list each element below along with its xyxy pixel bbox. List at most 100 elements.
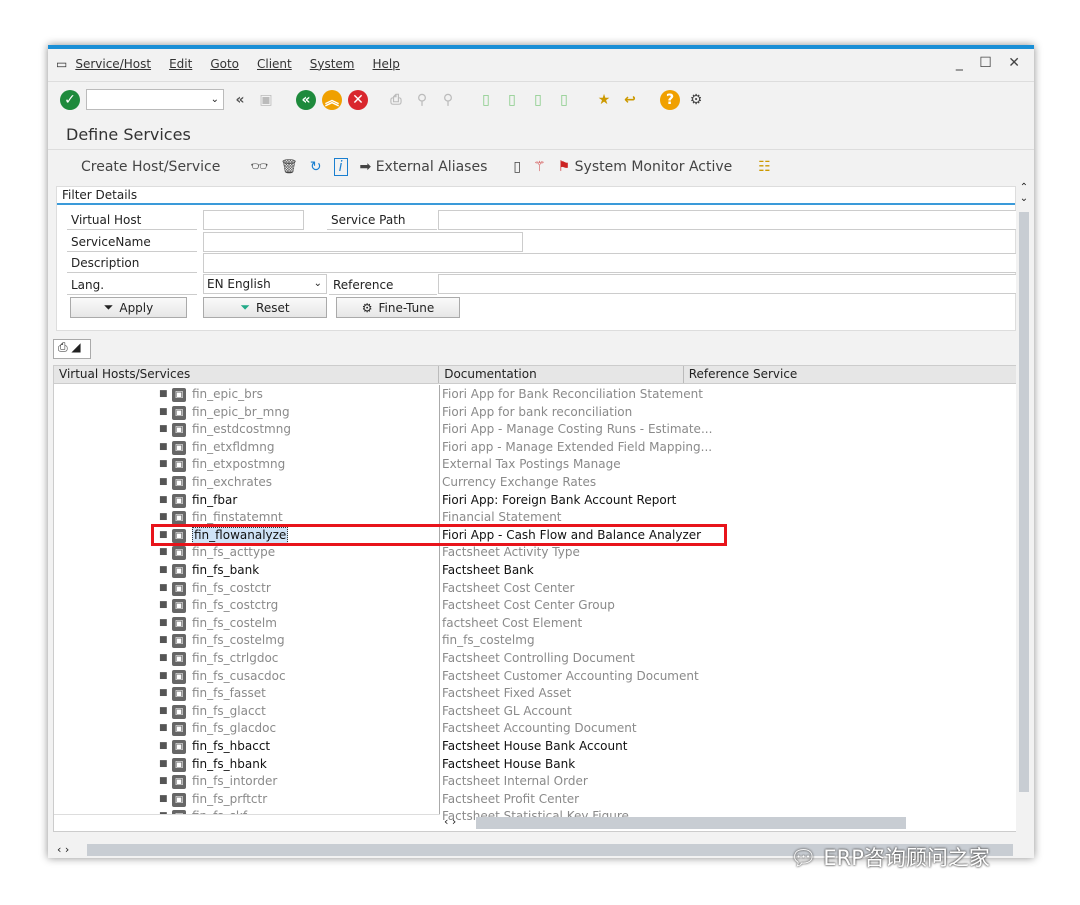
service-name[interactable]: fin_fs_costelm xyxy=(192,615,277,632)
table-row[interactable]: ■ ▣ fin_fs_cusacdoc Factsheet Customer Acco… xyxy=(54,668,1016,686)
refresh-icon[interactable]: ↻ xyxy=(310,159,322,175)
menu-goto[interactable]: Goto xyxy=(210,57,239,71)
service-name[interactable]: fin_fs_acttype xyxy=(192,544,275,561)
horizontal-scrollbar-docs[interactable]: ‹ › xyxy=(440,815,1016,831)
service-name[interactable]: fin_fs_glacdoc xyxy=(192,720,276,737)
table-row[interactable]: ■ ▣ fin_fs_bank Factsheet Bank xyxy=(54,562,1016,580)
table-row[interactable]: ■ ▣ fin_fs_glacdoc Factsheet Accounting Doc… xyxy=(54,720,1016,738)
reference-input[interactable] xyxy=(438,274,1018,294)
shortcut-icon[interactable]: ↩ xyxy=(620,90,640,110)
external-aliases-button[interactable]: ➡ External Aliases xyxy=(360,159,488,175)
service-name[interactable]: fin_fs_ctrlgdoc xyxy=(192,650,278,667)
glasses-display-icon[interactable]: 👓︎ xyxy=(250,159,268,175)
service-name[interactable]: fin_fs_cusacdoc xyxy=(192,668,286,685)
table-row[interactable]: ■ ▣ fin_epic_brs Fiori App for Bank Reconci… xyxy=(54,386,1016,404)
table-row[interactable]: ■ ▣ fin_etxfldmng Fiori app - Manage Extend… xyxy=(54,439,1016,457)
service-name[interactable]: fin_fs_intorder xyxy=(192,773,277,790)
back-double-chevron-icon[interactable]: « xyxy=(230,90,250,110)
find-next-icon[interactable]: ⚲ xyxy=(438,90,458,110)
service-documentation: Factsheet Controlling Document xyxy=(442,651,635,665)
service-name[interactable]: fin_fbar xyxy=(192,492,237,509)
book-icon[interactable]: ▯ xyxy=(513,159,521,175)
window-controls[interactable]: _ ☐ ✕ xyxy=(956,55,1026,71)
table-row[interactable]: ■ ▣ fin_fs_costctrg Factsheet Cost Center G… xyxy=(54,597,1016,615)
service-name[interactable]: fin_fs_glacct xyxy=(192,703,266,720)
vertical-scrollbar[interactable]: ⌃ ⌄ xyxy=(1016,182,1032,832)
table-row[interactable]: ■ ▣ fin_fbar Fiori App: Foreign Bank Accoun… xyxy=(54,492,1016,510)
table-row[interactable]: ■ ▣ fin_fs_prftctr Factsheet Profit Center xyxy=(54,791,1016,809)
settings-gear-icon[interactable]: ⚙ xyxy=(686,90,706,110)
next-page-icon[interactable]: ▯ xyxy=(528,90,548,110)
table-row[interactable]: ■ ▣ fin_fs_glacct Factsheet GL Account xyxy=(54,703,1016,721)
menu-service-host[interactable]: Service/Host xyxy=(75,57,151,71)
service-name-input[interactable] xyxy=(203,232,523,252)
service-name[interactable]: fin_exchrates xyxy=(192,474,272,491)
service-name[interactable]: fin_etxfldmng xyxy=(192,439,274,456)
last-page-icon[interactable]: ▯ xyxy=(554,90,574,110)
new-session-icon[interactable]: ★ xyxy=(594,90,614,110)
exit-icon[interactable]: ︽ xyxy=(322,89,342,110)
print-icon[interactable]: ⎙ xyxy=(386,90,406,110)
menu-icon[interactable]: ▭ xyxy=(56,57,67,71)
menu-system[interactable]: System xyxy=(310,57,355,71)
service-name[interactable]: fin_fs_costelmg xyxy=(192,632,285,649)
service-name[interactable]: fin_etxpostmng xyxy=(192,456,285,473)
description-input[interactable] xyxy=(203,253,1018,273)
language-select[interactable]: EN English ⌄ xyxy=(203,274,327,294)
column-reference-service[interactable]: Reference Service xyxy=(684,366,1016,383)
delete-trash-icon[interactable]: 🗑︎ xyxy=(280,159,298,175)
column-documentation[interactable]: Documentation xyxy=(439,366,684,383)
service-cube-icon: ▣ xyxy=(172,792,186,807)
service-documentation: Factsheet Cost Center xyxy=(442,580,575,595)
column-virtual-hosts[interactable]: Virtual Hosts/Services xyxy=(54,366,440,383)
table-row[interactable]: ■ ▣ fin_fs_acttype Factsheet Activity Type xyxy=(54,544,1016,562)
command-field[interactable]: ⌄ xyxy=(86,89,224,110)
service-name[interactable]: fin_fs_costctr xyxy=(192,580,271,597)
menu-edit[interactable]: Edit xyxy=(169,57,192,71)
table-row[interactable]: ■ ▣ fin_etxpostmng External Tax Postings Ma… xyxy=(54,456,1016,474)
table-row[interactable]: ■ ▣ fin_fs_ctrlgdoc Factsheet Controlling D… xyxy=(54,650,1016,668)
apply-button[interactable]: ⏷ Apply xyxy=(70,297,187,318)
service-name[interactable]: fin_epic_br_mng xyxy=(192,404,290,421)
previous-page-icon[interactable]: ▯ xyxy=(502,90,522,110)
system-monitor-button[interactable]: ⚑ System Monitor Active xyxy=(558,159,733,175)
table-row[interactable]: ■ ▣ fin_estdcostmng Fiori App - Manage Cost… xyxy=(54,421,1016,439)
table-row[interactable]: ■ ▣ fin_fs_fasset Factsheet Fixed Asset xyxy=(54,685,1016,703)
help-icon[interactable]: ? xyxy=(660,89,680,110)
table-row[interactable]: ■ ▣ fin_fs_costelm factsheet Cost Element xyxy=(54,615,1016,633)
table-row[interactable]: ■ ▣ fin_fs_hbank Factsheet House Bank xyxy=(54,756,1016,774)
table-row[interactable]: ■ ▣ fin_exchrates Currency Exchange Rates xyxy=(54,474,1016,492)
cancel-icon[interactable]: ✕ xyxy=(348,89,368,110)
menu-help[interactable]: Help xyxy=(373,57,400,71)
table-row[interactable]: ■ ▣ fin_fs_costctr Factsheet Cost Center xyxy=(54,580,1016,598)
service-cube-icon: ▣ xyxy=(172,423,186,438)
back-icon[interactable]: « xyxy=(296,89,316,110)
magic-wand-icon[interactable]: ⚚ xyxy=(533,159,546,175)
service-path-input[interactable] xyxy=(438,210,1018,230)
find-icon[interactable]: ⚲ xyxy=(412,90,432,110)
table-row[interactable]: ■ ▣ fin_fs_intorder Factsheet Internal Orde… xyxy=(54,773,1016,791)
service-name[interactable]: fin_fs_hbank xyxy=(192,756,267,773)
save-icon[interactable]: ▣ xyxy=(256,90,276,110)
table-row[interactable]: ■ ▣ fin_epic_br_mng Fiori App for bank reco… xyxy=(54,404,1016,422)
hierarchy-icon[interactable]: ☷ xyxy=(758,159,771,175)
table-row[interactable]: ■ ▣ fin_fs_costelmg fin_fs_costelmg xyxy=(54,632,1016,650)
service-name[interactable]: fin_fs_hbacct xyxy=(192,738,270,755)
menu-client[interactable]: Client xyxy=(257,57,292,71)
service-name[interactable]: fin_fs_bank xyxy=(192,562,259,579)
enter-check-icon[interactable]: ✓ xyxy=(60,89,80,110)
create-host-service-button[interactable]: Create Host/Service xyxy=(81,159,220,175)
virtual-host-input[interactable] xyxy=(203,210,304,230)
service-name[interactable]: fin_estdcostmng xyxy=(192,421,291,438)
fine-tune-button[interactable]: ⚙ Fine-Tune xyxy=(336,297,460,318)
info-icon[interactable]: i xyxy=(333,157,348,176)
print-menu-button[interactable]: ⎙ ◢ xyxy=(53,339,91,359)
bullet-icon: ■ xyxy=(159,582,168,593)
service-name[interactable]: fin_fs_costctrg xyxy=(192,597,278,614)
table-row[interactable]: ■ ▣ fin_fs_hbacct Factsheet House Bank Acco… xyxy=(54,738,1016,756)
service-name[interactable]: fin_epic_brs xyxy=(192,386,263,403)
first-page-icon[interactable]: ▯ xyxy=(476,90,496,110)
reset-button[interactable]: ⏷ Reset xyxy=(203,297,327,318)
service-name[interactable]: fin_fs_fasset xyxy=(192,685,266,702)
service-name[interactable]: fin_fs_prftctr xyxy=(192,791,267,808)
